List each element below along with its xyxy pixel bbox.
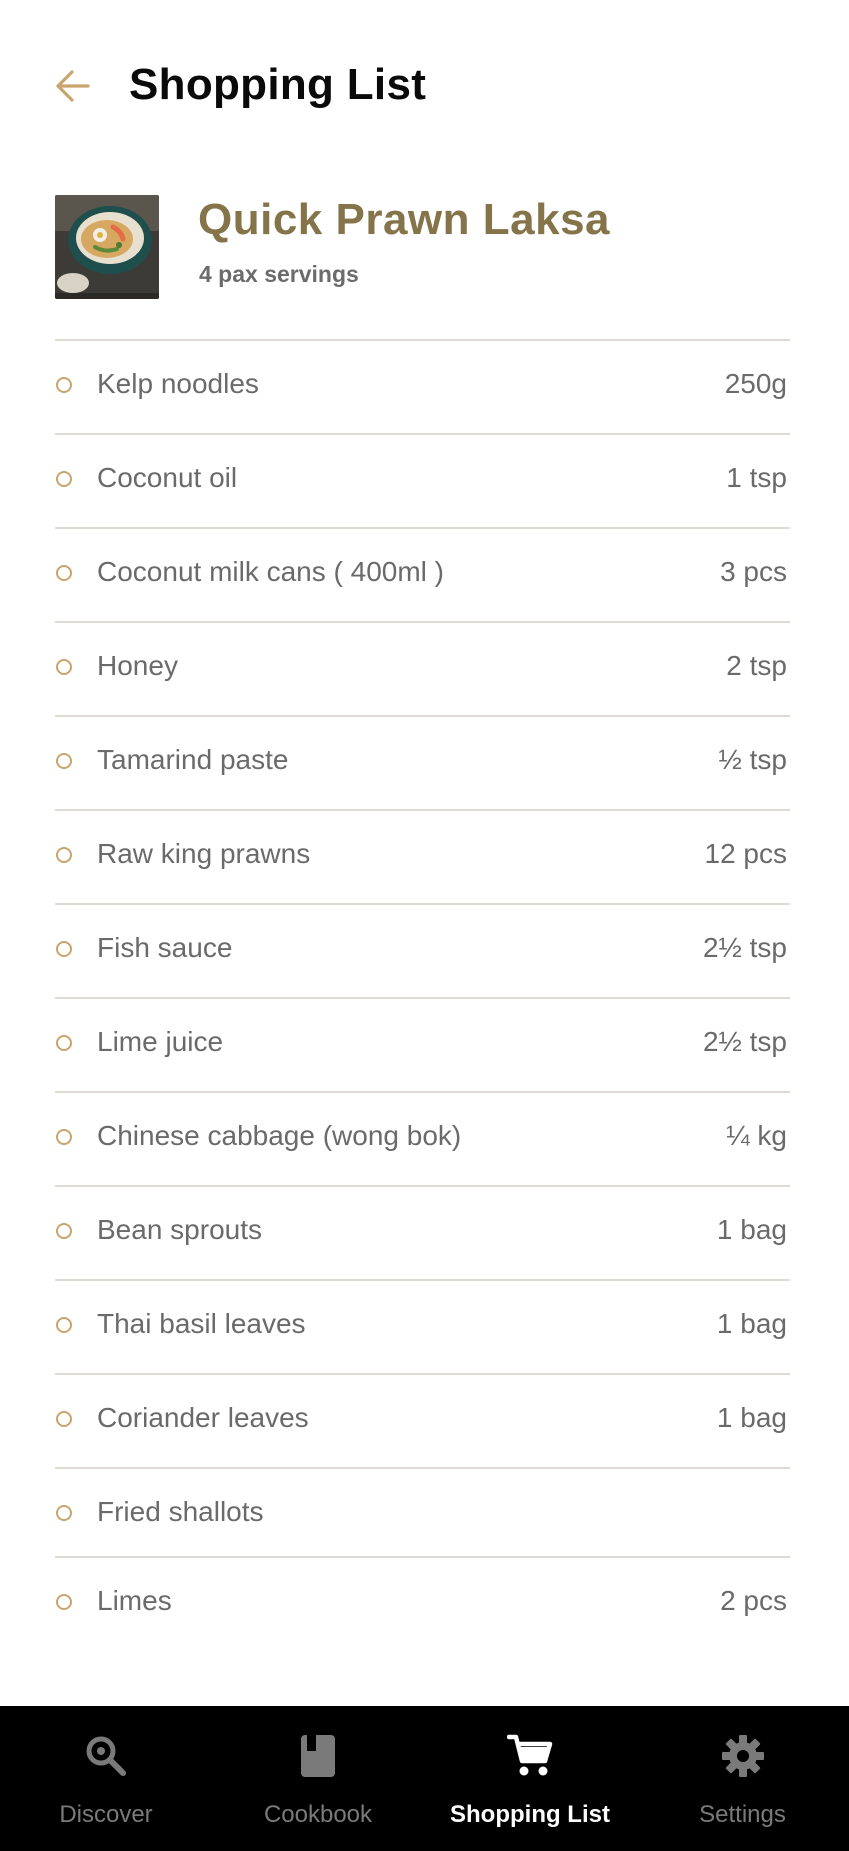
- ingredient-name: Raw king prawns: [97, 838, 311, 869]
- list-item[interactable]: Fish sauce 2½ tsp: [55, 903, 790, 997]
- unchecked-circle-icon[interactable]: [56, 565, 72, 581]
- list-item[interactable]: Bean sprouts 1 bag: [55, 1185, 790, 1279]
- ingredient-quantity: 2 pcs: [720, 1585, 787, 1616]
- list-item[interactable]: Chinese cabbage (wong bok) ¼ kg: [55, 1091, 790, 1185]
- book-icon: [294, 1732, 342, 1780]
- ingredient-name: Thai basil leaves: [97, 1308, 306, 1339]
- ingredient-quantity: 1 bag: [716, 1402, 787, 1433]
- search-icon: [82, 1732, 130, 1780]
- page-title: Shopping List: [129, 60, 427, 109]
- unchecked-circle-icon[interactable]: [56, 471, 72, 487]
- unchecked-circle-icon[interactable]: [56, 1223, 72, 1239]
- nav-label: Settings: [699, 1801, 786, 1828]
- ingredient-name: Coconut milk cans ( 400ml ): [97, 556, 445, 587]
- ingredient-name: Bean sprouts: [97, 1214, 262, 1245]
- ingredient-name: Limes: [97, 1585, 172, 1616]
- app-header: Shopping List: [0, 0, 849, 180]
- recipe-header: Quick Prawn Laksa 4 pax servings: [55, 195, 790, 340]
- ingredient-name: Lime juice: [97, 1026, 224, 1057]
- ingredient-name: Coriander leaves: [97, 1402, 309, 1433]
- ingredient-quantity: 12 pcs: [704, 838, 788, 869]
- unchecked-circle-icon[interactable]: [56, 1129, 72, 1145]
- arrow-left-icon: [54, 69, 90, 108]
- back-button[interactable]: [50, 62, 94, 114]
- list-item[interactable]: Coriander leaves 1 bag: [55, 1373, 790, 1467]
- unchecked-circle-icon[interactable]: [56, 1317, 72, 1333]
- ingredient-quantity: ½ tsp: [718, 744, 787, 775]
- list-item[interactable]: Limes 2 pcs: [55, 1556, 790, 1645]
- list-item[interactable]: Lime juice 2½ tsp: [55, 997, 790, 1091]
- list-item[interactable]: Coconut oil 1 tsp: [55, 433, 790, 527]
- nav-item-settings[interactable]: Settings: [636, 1706, 849, 1851]
- ingredient-list: Kelp noodles 250g Coconut oil 1 tsp Coco…: [55, 339, 790, 1645]
- recipe-thumbnail[interactable]: [55, 195, 159, 299]
- ingredient-quantity: 1 bag: [716, 1308, 787, 1339]
- unchecked-circle-icon[interactable]: [56, 659, 72, 675]
- list-item[interactable]: Raw king prawns 12 pcs: [55, 809, 790, 903]
- ingredient-quantity: 3 pcs: [720, 556, 787, 587]
- unchecked-circle-icon[interactable]: [56, 1505, 72, 1521]
- unchecked-circle-icon[interactable]: [56, 941, 72, 957]
- bottom-navigation: Discover Cookbook Shopping List Settings: [0, 1706, 849, 1851]
- recipe-servings: 4 pax servings: [199, 261, 359, 287]
- ingredient-quantity: 2½ tsp: [702, 932, 787, 963]
- unchecked-circle-icon[interactable]: [56, 1594, 72, 1610]
- list-item[interactable]: Honey 2 tsp: [55, 621, 790, 715]
- nav-label: Cookbook: [263, 1801, 373, 1828]
- unchecked-circle-icon[interactable]: [56, 1035, 72, 1051]
- recipe-title: Quick Prawn Laksa: [198, 195, 611, 244]
- ingredient-quantity: 250g: [724, 368, 787, 399]
- shopping-list-screen: Shopping List Quick Prawn Laksa 4 pax se…: [0, 0, 849, 1851]
- ingredient-quantity: 2 tsp: [726, 650, 787, 681]
- ingredient-name: Coconut oil: [97, 462, 238, 493]
- ingredient-name: Chinese cabbage (wong bok): [97, 1120, 462, 1151]
- list-item[interactable]: Coconut milk cans ( 400ml ) 3 pcs: [55, 527, 790, 621]
- unchecked-circle-icon[interactable]: [56, 753, 72, 769]
- nav-item-cookbook[interactable]: Cookbook: [212, 1706, 424, 1851]
- ingredient-name: Kelp noodles: [97, 368, 259, 399]
- nav-item-discover[interactable]: Discover: [0, 1706, 212, 1851]
- gear-icon: [719, 1732, 767, 1780]
- ingredient-quantity: 1 bag: [716, 1214, 787, 1245]
- ingredient-name: Tamarind paste: [97, 744, 289, 775]
- ingredient-quantity: 2½ tsp: [702, 1026, 787, 1057]
- ingredient-name: Honey: [97, 650, 178, 681]
- list-item[interactable]: Tamarind paste ½ tsp: [55, 715, 790, 809]
- nav-label: Discover: [59, 1801, 153, 1828]
- list-item[interactable]: Thai basil leaves 1 bag: [55, 1279, 790, 1373]
- unchecked-circle-icon[interactable]: [56, 377, 72, 393]
- unchecked-circle-icon[interactable]: [56, 847, 72, 863]
- ingredient-name: Fried shallots: [97, 1496, 264, 1527]
- list-item[interactable]: Kelp noodles 250g: [55, 339, 790, 433]
- ingredient-quantity: 1 tsp: [726, 462, 787, 493]
- ingredient-name: Fish sauce: [97, 932, 233, 963]
- unchecked-circle-icon[interactable]: [56, 1411, 72, 1427]
- ingredient-quantity: ¼ kg: [726, 1120, 787, 1151]
- nav-item-shopping-list[interactable]: Shopping List: [424, 1706, 636, 1851]
- cart-icon: [506, 1732, 554, 1780]
- nav-label: Shopping List: [450, 1801, 610, 1828]
- list-item[interactable]: Fried shallots: [55, 1467, 790, 1556]
